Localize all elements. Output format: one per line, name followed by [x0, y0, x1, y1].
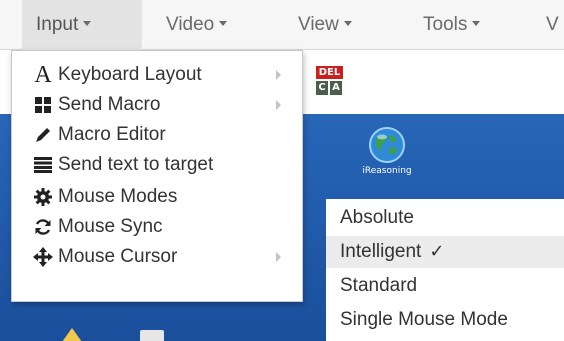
menu-item-mouse-cursor[interactable]: Mouse Cursor — [12, 243, 302, 271]
checkmark-icon: ✓ — [429, 241, 445, 262]
cad-key-c: C — [316, 81, 328, 95]
pencil-icon — [32, 121, 54, 149]
menu-virtual-media[interactable]: V — [546, 0, 559, 50]
menu-item-mouse-modes[interactable]: Mouse Modes — [12, 183, 302, 211]
menu-video[interactable]: Video — [166, 0, 228, 50]
menu-item-send-macro[interactable]: Send Macro — [12, 91, 302, 119]
menu-virtual-media-label: V — [546, 14, 559, 35]
sync-icon — [32, 213, 54, 241]
submenu-item-single-mouse-mode[interactable]: Single Mouse Mode — [326, 304, 564, 336]
caret-down-icon — [472, 21, 481, 27]
desktop-icon-label: iReasoning — [362, 166, 412, 176]
submenu-item-label: Single Mouse Mode — [340, 309, 508, 330]
submenu-item-standard[interactable]: Standard — [326, 270, 564, 302]
menu-item-send-text[interactable]: Send text to target — [12, 151, 302, 179]
submenu-item-label: Absolute — [340, 207, 414, 228]
submenu-item-label: Standard — [340, 275, 418, 296]
kvm-viewer-window: Input Video View Tools V DEL C A iReason… — [0, 0, 564, 341]
menu-tools[interactable]: Tools — [423, 0, 481, 50]
menu-item-label: Keyboard Layout — [58, 64, 202, 85]
menu-item-label: Mouse Sync — [58, 216, 163, 237]
menu-item-label: Send text to target — [58, 154, 214, 175]
move-arrows-icon — [32, 243, 54, 271]
submenu-item-absolute[interactable]: Absolute — [326, 202, 564, 234]
caret-down-icon — [343, 21, 352, 27]
mouse-modes-submenu: Absolute Intelligent ✓ Standard Single Mo… — [326, 199, 564, 341]
cad-keys: C A — [316, 81, 343, 96]
menu-view[interactable]: View — [298, 0, 352, 50]
menu-view-label: View — [298, 14, 339, 35]
menu-input-label: Input — [36, 14, 79, 35]
list-icon — [32, 151, 54, 179]
globe-icon[interactable] — [368, 126, 406, 164]
submenu-arrow-icon — [276, 252, 281, 262]
menu-video-label: Video — [166, 14, 215, 35]
cad-del-label: DEL — [316, 66, 343, 79]
menu-item-label: Macro Editor — [58, 124, 166, 145]
menu-input[interactable]: Input — [22, 0, 142, 50]
menu-item-keyboard-layout[interactable]: A Keyboard Layout — [12, 61, 302, 89]
folder-icon[interactable] — [60, 326, 84, 341]
menu-item-label: Mouse Cursor — [58, 246, 178, 267]
submenu-item-intelligent[interactable]: Intelligent ✓ — [326, 236, 564, 268]
grid-icon — [32, 91, 54, 119]
menu-item-macro-editor[interactable]: Macro Editor — [12, 121, 302, 149]
submenu-arrow-icon — [276, 70, 281, 80]
menu-bar: Input Video View Tools V — [0, 0, 564, 50]
cad-key-a: A — [330, 81, 342, 95]
document-icon[interactable] — [140, 330, 164, 341]
menu-tools-label: Tools — [423, 14, 468, 35]
menu-item-label: Send Macro — [58, 94, 161, 115]
caret-down-icon — [83, 21, 92, 27]
menu-item-label: Mouse Modes — [58, 186, 178, 207]
submenu-arrow-icon — [276, 100, 281, 110]
input-dropdown-menu: A Keyboard Layout Send Macro Macro Edito… — [11, 50, 303, 302]
submenu-item-label: Intelligent — [340, 241, 422, 262]
ctrl-alt-del-icon[interactable]: DEL C A — [316, 66, 343, 98]
menu-item-mouse-sync[interactable]: Mouse Sync — [12, 213, 302, 241]
caret-down-icon — [219, 21, 228, 27]
letter-a-icon: A — [34, 62, 52, 88]
gear-icon — [32, 183, 54, 211]
